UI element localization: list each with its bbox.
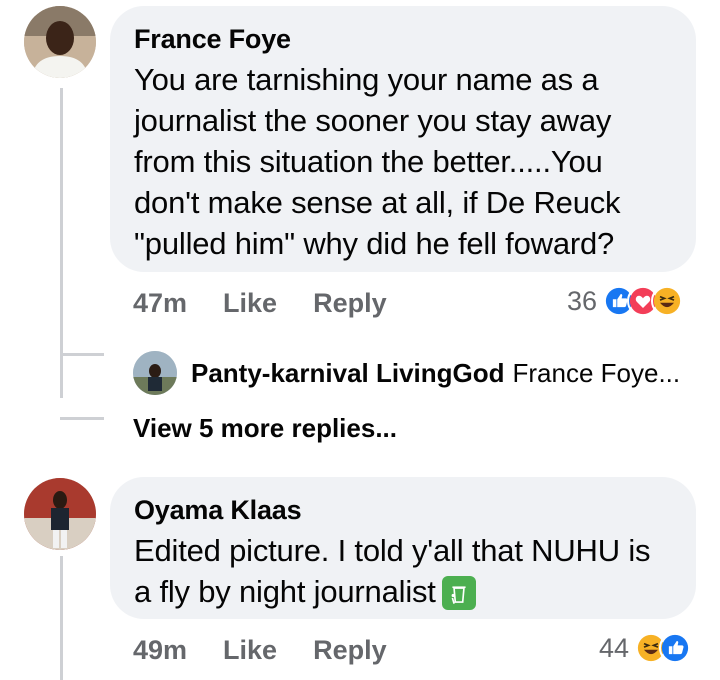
reaction-count: 44 (599, 632, 630, 663)
comment-author[interactable]: France Foye (134, 24, 672, 55)
comment-bubble: Oyama Klaas Edited picture. I told y'all… (110, 477, 696, 619)
thread-branch-line (60, 417, 104, 420)
like-button[interactable]: Like (223, 288, 277, 319)
comment-actions: 47m Like Reply (133, 288, 387, 319)
reply-snippet: France Foye... (512, 357, 681, 388)
like-icon (659, 632, 692, 664)
comment-bubble: France Foye You are tarnishing your name… (110, 6, 696, 272)
thread-line (60, 556, 63, 680)
reply-button[interactable]: Reply (313, 635, 387, 666)
thread-line (60, 88, 63, 398)
comment-timestamp[interactable]: 47m (133, 288, 187, 319)
like-button[interactable]: Like (223, 635, 277, 666)
reaction-summary[interactable]: 36 (567, 285, 684, 317)
avatar[interactable] (24, 6, 96, 78)
reply-preview[interactable]: Panty-karnival LivingGod France Foye... (133, 351, 680, 395)
thread-branch-line (60, 353, 104, 356)
reply-author[interactable]: Panty-karnival LivingGod (191, 358, 505, 389)
recycle-bin-emoji (441, 576, 476, 610)
avatar[interactable] (133, 351, 177, 395)
reaction-count: 36 (567, 285, 598, 316)
reply-button[interactable]: Reply (313, 288, 387, 319)
comment-text: Edited picture. I told y'all that NUHU i… (134, 530, 672, 612)
reaction-summary[interactable]: 44 (599, 632, 692, 664)
comment-actions: 49m Like Reply (133, 635, 387, 666)
comment-timestamp[interactable]: 49m (133, 635, 187, 666)
view-more-replies-link[interactable]: View 5 more replies... (133, 413, 397, 444)
avatar[interactable] (24, 478, 96, 550)
comment-text: You are tarnishing your name as a journa… (134, 62, 621, 261)
comment-author[interactable]: Oyama Klaas (134, 495, 672, 526)
comment-text-content: Edited picture. I told y'all that NUHU i… (134, 533, 651, 609)
haha-icon (651, 285, 684, 317)
